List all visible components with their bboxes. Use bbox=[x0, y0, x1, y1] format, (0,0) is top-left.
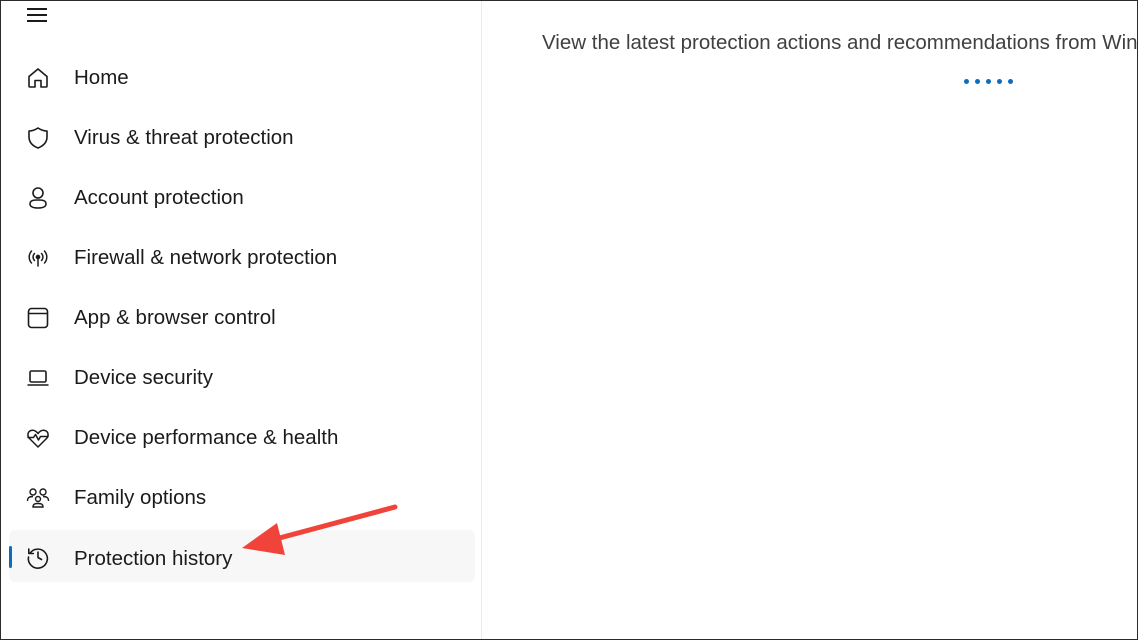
sidebar-item-device-performance-health[interactable]: Device performance & health bbox=[9, 412, 475, 464]
main-content: View the latest protection actions and r… bbox=[482, 1, 1137, 639]
hamburger-icon-line bbox=[27, 14, 47, 16]
page-subtitle: View the latest protection actions and r… bbox=[542, 31, 1137, 54]
family-icon bbox=[25, 485, 51, 511]
sidebar-item-account-protection[interactable]: Account protection bbox=[9, 172, 475, 224]
hamburger-icon bbox=[27, 8, 47, 10]
sidebar-item-virus-threat-protection[interactable]: Virus & threat protection bbox=[9, 112, 475, 164]
loading-dot bbox=[986, 79, 991, 84]
loading-dot bbox=[975, 79, 980, 84]
laptop-icon bbox=[25, 365, 51, 391]
sidebar-item-label: Device performance & health bbox=[74, 426, 339, 449]
shield-icon bbox=[25, 125, 51, 151]
sidebar-item-label: Virus & threat protection bbox=[74, 126, 294, 149]
loading-dot bbox=[1008, 79, 1013, 84]
loading-dot bbox=[964, 79, 969, 84]
wifi-antenna-icon bbox=[25, 245, 51, 271]
sidebar-item-label: Account protection bbox=[74, 186, 244, 209]
home-icon bbox=[25, 65, 51, 91]
history-icon bbox=[25, 544, 51, 570]
loading-indicator bbox=[964, 71, 1019, 84]
person-icon bbox=[25, 185, 51, 211]
hamburger-icon-line bbox=[27, 20, 47, 22]
sidebar-item-family-options[interactable]: Family options bbox=[9, 472, 475, 524]
sidebar-item-label: Home bbox=[74, 66, 129, 89]
selection-indicator bbox=[9, 546, 12, 568]
sidebar-item-label: Protection history bbox=[74, 547, 233, 570]
sidebar-item-label: App & browser control bbox=[74, 306, 276, 329]
heart-pulse-icon bbox=[25, 425, 51, 451]
sidebar-item-device-security[interactable]: Device security bbox=[9, 352, 475, 404]
sidebar-item-protection-history[interactable]: Protection history bbox=[9, 530, 475, 582]
sidebar-item-label: Family options bbox=[74, 486, 207, 509]
sidebar-item-home[interactable]: Home bbox=[9, 52, 475, 104]
loading-dot bbox=[997, 79, 1002, 84]
sidebar-item-firewall-network-protection[interactable]: Firewall & network protection bbox=[9, 232, 475, 284]
sidebar-item-label: Device security bbox=[74, 366, 213, 389]
sidebar-nav: Home Virus & threat protection Account p… bbox=[1, 1, 482, 639]
menu-toggle-button[interactable] bbox=[27, 5, 49, 25]
app-window: Home Virus & threat protection Account p… bbox=[0, 0, 1138, 640]
sidebar-item-label: Firewall & network protection bbox=[74, 246, 338, 269]
sidebar-item-app-browser-control[interactable]: App & browser control bbox=[9, 292, 475, 344]
app-window-icon bbox=[25, 305, 51, 331]
